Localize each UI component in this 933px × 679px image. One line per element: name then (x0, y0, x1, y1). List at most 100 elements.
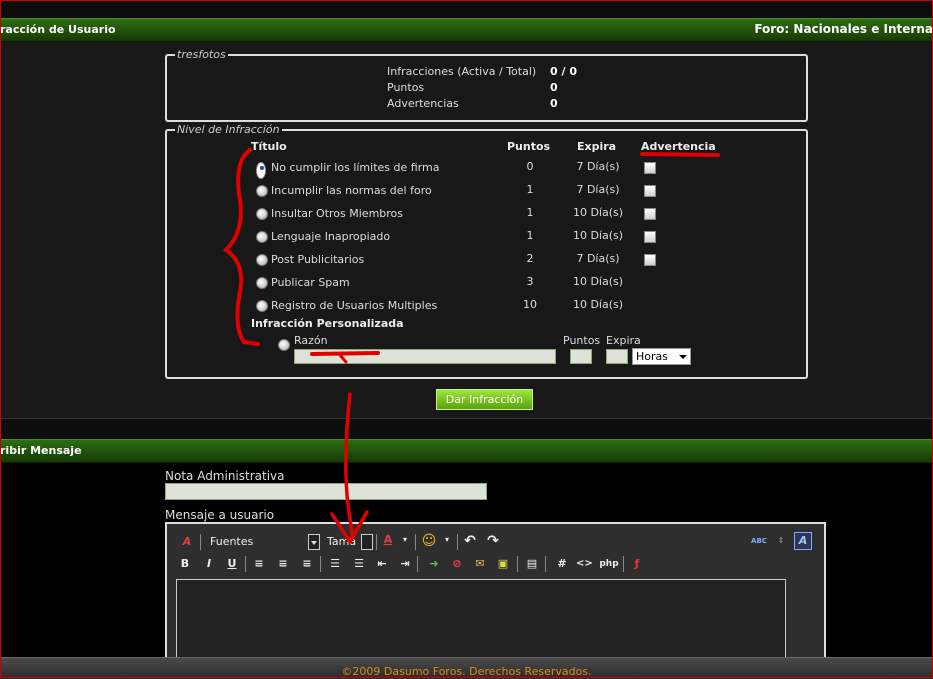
infraction-radio[interactable] (256, 254, 268, 266)
top-strip (0, 0, 933, 18)
font-family-select[interactable]: Fuentes (206, 533, 322, 550)
infraction-expires: 7 Día(s) (576, 252, 620, 265)
expire-unit-value: Horas (636, 350, 668, 363)
infraction-radio[interactable] (256, 277, 268, 289)
infraction-title: Incumplir las normas del foro (271, 184, 432, 197)
infraction-title: Registro de Usuarios Multiples (271, 299, 438, 312)
message-label: Mensaje a usuario (165, 508, 275, 522)
toolbar-separator (245, 556, 246, 572)
outdent-icon[interactable]: ⇤ (374, 556, 390, 572)
infraction-level-legend: Nivel de Infracción (177, 123, 280, 136)
infraction-points: 1 (526, 183, 534, 196)
font-dropdown-arrow[interactable] (308, 534, 320, 550)
remove-link-icon[interactable]: ⊘ (449, 556, 465, 572)
toolbar-separator (623, 556, 624, 572)
stat-value-warnings: 0 (550, 97, 558, 110)
code-icon[interactable]: <> (576, 556, 593, 572)
infraction-header-title: racción de Usuario (0, 23, 116, 36)
unordered-list-icon[interactable]: ☰ (351, 556, 367, 572)
remove-format-icon[interactable]: A (179, 534, 195, 550)
forum-name-title: Foro: Nacionales e Interna (754, 22, 933, 36)
infraction-expires: 7 Día(s) (576, 160, 620, 173)
infraction-radio[interactable] (256, 162, 266, 179)
toolbar-separator (517, 556, 518, 572)
flash-icon[interactable]: ƒ (629, 556, 645, 572)
column-header-warning: Advertencia (641, 140, 716, 153)
font-family-value: Fuentes (210, 535, 254, 548)
warning-checkbox[interactable] (644, 162, 656, 174)
infraction-points: 0 (526, 160, 534, 173)
italic-icon[interactable]: I (201, 556, 217, 572)
redo-icon[interactable]: ↷ (485, 533, 501, 549)
insert-link-icon[interactable]: ➜ (426, 556, 442, 572)
warning-checkbox[interactable] (644, 254, 656, 266)
php-icon[interactable]: php (598, 556, 620, 572)
insert-image-icon[interactable]: ▣ (495, 556, 511, 572)
expire-unit-select[interactable]: Horas (632, 348, 691, 365)
quote-icon[interactable]: ▤ (524, 556, 540, 572)
stat-value-infractions: 0 / 0 (550, 65, 577, 78)
color-dropdown-icon[interactable]: ▾ (397, 532, 413, 548)
column-header-expires: Expira (577, 140, 617, 153)
infraction-expires: 10 Día(s) (572, 275, 624, 288)
custom-points-input[interactable] (570, 349, 592, 364)
infraction-title: Insultar Otros Miembros (271, 207, 404, 220)
message-editor: A Fuentes Tama A ▾ ☺ ▾ ↶ ↷ ABC ⇕ A B I U… (165, 522, 826, 674)
toolbar-separator (200, 534, 201, 550)
user-stats-box: tresfotos (165, 48, 808, 122)
ordered-list-icon[interactable]: ☰ (327, 556, 343, 572)
font-color-icon[interactable]: A (380, 532, 396, 548)
toolbar-separator (457, 534, 458, 550)
warning-checkbox[interactable] (644, 231, 656, 243)
infraction-radio[interactable] (256, 231, 268, 243)
infraction-expires: 10 Día(s) (572, 229, 624, 242)
insert-email-icon[interactable]: ✉ (472, 556, 488, 572)
undo-icon[interactable]: ↶ (462, 533, 478, 549)
custom-expire-input[interactable] (606, 349, 628, 364)
infraction-radio[interactable] (256, 208, 268, 220)
infraction-title: Publicar Spam (271, 276, 350, 289)
give-infraction-button[interactable]: Dar Infracción (436, 389, 533, 410)
custom-reason-input[interactable] (294, 349, 556, 364)
admin-note-input[interactable] (165, 483, 487, 500)
warning-checkbox[interactable] (644, 185, 656, 197)
spellcheck-icon[interactable]: ABC (751, 533, 767, 549)
font-size-value: Tama (327, 535, 357, 548)
warning-checkbox[interactable] (644, 208, 656, 220)
stat-value-points: 0 (550, 81, 558, 94)
chevron-down-icon (679, 355, 687, 359)
align-right-icon[interactable]: ≡ (299, 556, 315, 572)
infraction-title: Lenguaje Inapropiado (271, 230, 391, 243)
message-header-title: ribir Mensaje (0, 444, 82, 457)
switch-mode-icon[interactable]: A (794, 532, 812, 550)
size-dropdown-arrow[interactable] (361, 534, 373, 550)
chevron-down-icon (311, 541, 317, 545)
underline-icon[interactable]: U (224, 556, 240, 572)
toolbar-separator (415, 534, 416, 550)
footer-copyright: ©2009 Dasumo Foros. Derechos Reservados. (341, 665, 592, 678)
infraction-points: 10 (523, 298, 537, 311)
bold-icon[interactable]: B (177, 556, 193, 572)
infraction-title: Post Publicitarios (271, 253, 365, 266)
smiley-icon[interactable]: ☺ (421, 533, 437, 549)
username-legend: tresfotos (177, 48, 226, 61)
infraction-expires: 10 Día(s) (572, 298, 624, 311)
infraction-radio[interactable] (256, 185, 268, 197)
infraction-radio[interactable] (256, 300, 268, 312)
custom-infraction-heading: Infracción Personalizada (251, 317, 404, 330)
align-left-icon[interactable]: ≡ (251, 556, 267, 572)
stat-label-infractions: Infracciones (Activa / Total) (387, 65, 537, 78)
toolbar-separator (376, 534, 377, 550)
footer-bar: ©2009 Dasumo Foros. Derechos Reservados. (0, 657, 933, 679)
resize-icon[interactable]: ⇕ (773, 533, 789, 549)
smiley-dropdown-icon[interactable]: ▾ (439, 532, 455, 548)
hash-icon[interactable]: # (554, 556, 570, 572)
custom-points-label: Puntos (563, 334, 601, 347)
column-header-title: Título (251, 140, 287, 153)
align-center-icon[interactable]: ≡ (275, 556, 291, 572)
indent-icon[interactable]: ⇥ (397, 556, 413, 572)
custom-infraction-radio[interactable] (278, 339, 290, 351)
stat-label-points: Puntos (387, 81, 425, 94)
toolbar-separator (417, 556, 418, 572)
admin-note-label: Nota Administrativa (165, 469, 285, 483)
